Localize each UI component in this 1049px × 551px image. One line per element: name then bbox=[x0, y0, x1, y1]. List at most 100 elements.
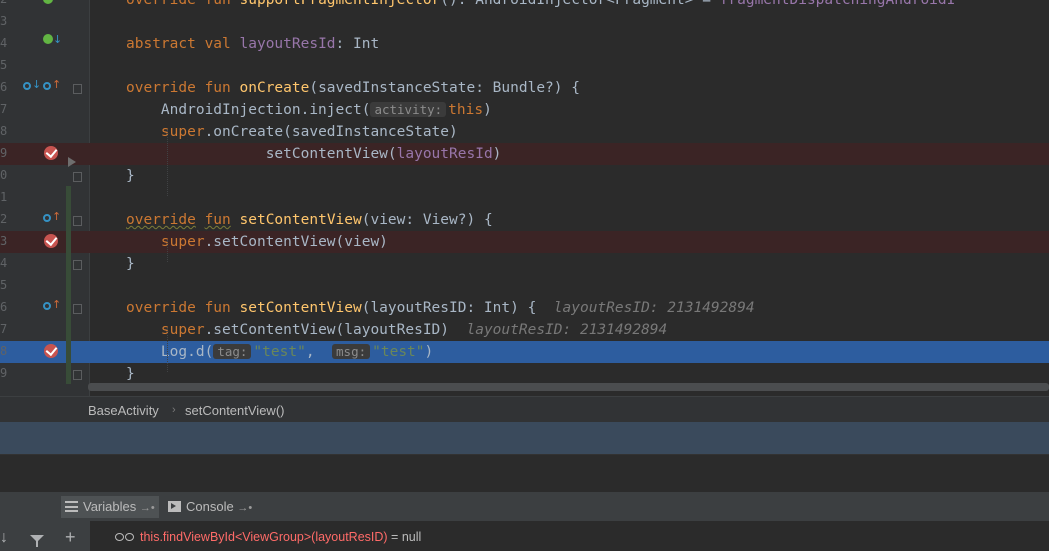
code-line[interactable]: 3 bbox=[0, 11, 1049, 33]
code-line[interactable]: 4 abstract val layoutResId: Int bbox=[0, 33, 1049, 55]
line-number: 4 bbox=[0, 256, 8, 270]
code-token: setContentView bbox=[239, 300, 362, 316]
code-token: setContentView( bbox=[265, 146, 397, 162]
fold-marker-icon[interactable] bbox=[73, 216, 82, 226]
code-token: AndroidInjection.inject( bbox=[126, 102, 371, 118]
watch-row[interactable]: this.findViewById<ViewGroup>(layoutResID… bbox=[140, 530, 421, 544]
tab-console-label: Console bbox=[186, 499, 234, 514]
code-token: (layoutResID: Int) { bbox=[361, 300, 554, 316]
add-watch-icon[interactable]: + bbox=[65, 527, 76, 548]
code-line[interactable]: 2 override fun supportFragmentInjector():… bbox=[0, 0, 1049, 11]
line-number: 6 bbox=[0, 80, 8, 94]
line-number: 3 bbox=[0, 234, 8, 248]
line-number: 5 bbox=[0, 58, 8, 72]
tab-console[interactable]: Console →• bbox=[164, 496, 256, 518]
code-text: setContentView(layoutResId) bbox=[126, 145, 502, 163]
parameter-hint: tag: bbox=[213, 344, 252, 359]
vcs-change-marker[interactable] bbox=[66, 186, 71, 384]
code-line[interactable]: 3 super.setContentView(view) bbox=[0, 231, 1049, 253]
indent-guide bbox=[167, 240, 168, 262]
code-line[interactable]: 2 override fun setContentView(view: View?… bbox=[0, 209, 1049, 231]
code-token: .onCreate(savedInstanceState) bbox=[204, 124, 458, 140]
variables-icon bbox=[65, 501, 78, 512]
code-line[interactable]: 9} bbox=[0, 363, 1049, 385]
pin-icon[interactable]: →• bbox=[237, 502, 252, 514]
code-text: abstract val layoutResId: Int bbox=[126, 35, 379, 53]
code-token: "test" bbox=[372, 344, 425, 360]
fold-marker-icon[interactable] bbox=[73, 370, 82, 380]
code-line[interactable]: 0} bbox=[0, 165, 1049, 187]
code-line[interactable]: 8 super.onCreate(savedInstanceState) bbox=[0, 121, 1049, 143]
code-token: (): AndroidInjector<Fragment> = bbox=[440, 0, 720, 8]
implemented-icon[interactable] bbox=[43, 34, 53, 44]
breakpoint-icon[interactable] bbox=[44, 344, 58, 358]
breadcrumb-method[interactable]: setContentView() bbox=[185, 403, 284, 418]
code-line[interactable]: 8 Log.d(tag: "test", msg: "test") bbox=[0, 341, 1049, 363]
breakpoint-icon[interactable] bbox=[44, 234, 58, 248]
line-number: 7 bbox=[0, 322, 8, 336]
inline-debug-value: layoutResID: 2131492894 bbox=[553, 300, 755, 316]
fold-marker-icon[interactable] bbox=[73, 260, 82, 270]
code-token: layoutResId bbox=[396, 146, 493, 162]
breakpoint-icon[interactable] bbox=[44, 146, 58, 160]
watch-glasses-icon bbox=[115, 533, 137, 541]
code-line[interactable]: 9 setContentView(layoutResId) bbox=[0, 143, 1049, 165]
code-text: super.setContentView(view) bbox=[126, 233, 388, 251]
code-line[interactable]: 7 super.setContentView(layoutResID) layo… bbox=[0, 319, 1049, 341]
code-editor[interactable]: 2 override fun supportFragmentInjector():… bbox=[0, 0, 1049, 396]
filter-icon[interactable] bbox=[29, 534, 45, 548]
code-line[interactable]: 6 override fun setContentView(layoutResID… bbox=[0, 297, 1049, 319]
code-token: } bbox=[126, 168, 135, 184]
overrides-icon[interactable] bbox=[43, 302, 51, 310]
overrides-up-arrow-icon: ↑ bbox=[52, 78, 62, 91]
code-token: Log.d( bbox=[126, 344, 214, 360]
horizontal-scrollbar[interactable] bbox=[88, 383, 1049, 391]
tab-variables[interactable]: Variables →• bbox=[61, 496, 159, 518]
line-number: 8 bbox=[0, 124, 8, 138]
code-text: } bbox=[126, 365, 135, 383]
tab-variables-label: Variables bbox=[83, 499, 137, 514]
code-line[interactable]: 5 bbox=[0, 55, 1049, 77]
overrides-icon[interactable] bbox=[23, 82, 31, 90]
overrides-up-arrow-icon: ↑ bbox=[52, 210, 62, 223]
fold-marker-icon[interactable] bbox=[73, 84, 82, 94]
code-line[interactable]: 6 override fun onCreate(savedInstanceStat… bbox=[0, 77, 1049, 99]
variables-view: ↓ + this.findViewById<ViewGroup>(layoutR… bbox=[0, 521, 1049, 551]
breadcrumb-class[interactable]: BaseActivity bbox=[88, 403, 159, 418]
code-line[interactable]: 7 AndroidInjection.inject(activity: this) bbox=[0, 99, 1049, 121]
watch-value: null bbox=[401, 530, 422, 544]
debugger-panel bbox=[0, 454, 1049, 492]
overrides-up-arrow-icon: ↑ bbox=[52, 298, 62, 311]
code-text: super.setContentView(layoutResID) layout… bbox=[126, 321, 667, 339]
code-text: } bbox=[126, 255, 135, 273]
code-token: supportFragmentInjector bbox=[239, 0, 441, 8]
pin-icon[interactable]: →• bbox=[140, 502, 155, 514]
code-line[interactable]: 4} bbox=[0, 253, 1049, 275]
code-text: } bbox=[126, 167, 135, 185]
code-token: : Int bbox=[335, 36, 380, 52]
debugger-frames-band bbox=[0, 422, 1049, 454]
overridden-down-icon: ↓ bbox=[32, 78, 42, 91]
parameter-hint: msg: bbox=[332, 344, 371, 359]
overrides-icon[interactable] bbox=[43, 214, 51, 222]
code-text: override fun onCreate(savedInstanceState… bbox=[126, 79, 580, 97]
overrides-icon[interactable] bbox=[43, 82, 51, 90]
code-token: .setContentView(layoutResID) bbox=[204, 322, 467, 338]
line-number: 5 bbox=[0, 278, 8, 292]
code-line[interactable]: 5 bbox=[0, 275, 1049, 297]
code-token: } bbox=[126, 366, 135, 382]
code-line[interactable]: 1 bbox=[0, 187, 1049, 209]
breadcrumb: BaseActivity › setContentView() bbox=[0, 396, 1049, 423]
code-token: (savedInstanceState: Bundle?) { bbox=[309, 80, 580, 96]
execution-point-icon bbox=[68, 157, 76, 167]
arrow-down-icon[interactable]: ↓ bbox=[0, 529, 8, 547]
code-token: override fun bbox=[126, 0, 240, 8]
code-text: override fun setContentView(layoutResID:… bbox=[126, 299, 755, 317]
inline-debug-value: layoutResID: 2131492894 bbox=[466, 322, 668, 338]
code-token: ) bbox=[424, 344, 434, 360]
line-number: 9 bbox=[0, 146, 8, 160]
indent-guide bbox=[167, 328, 168, 372]
fold-marker-icon[interactable] bbox=[73, 172, 82, 182]
fold-marker-icon[interactable] bbox=[73, 304, 82, 314]
